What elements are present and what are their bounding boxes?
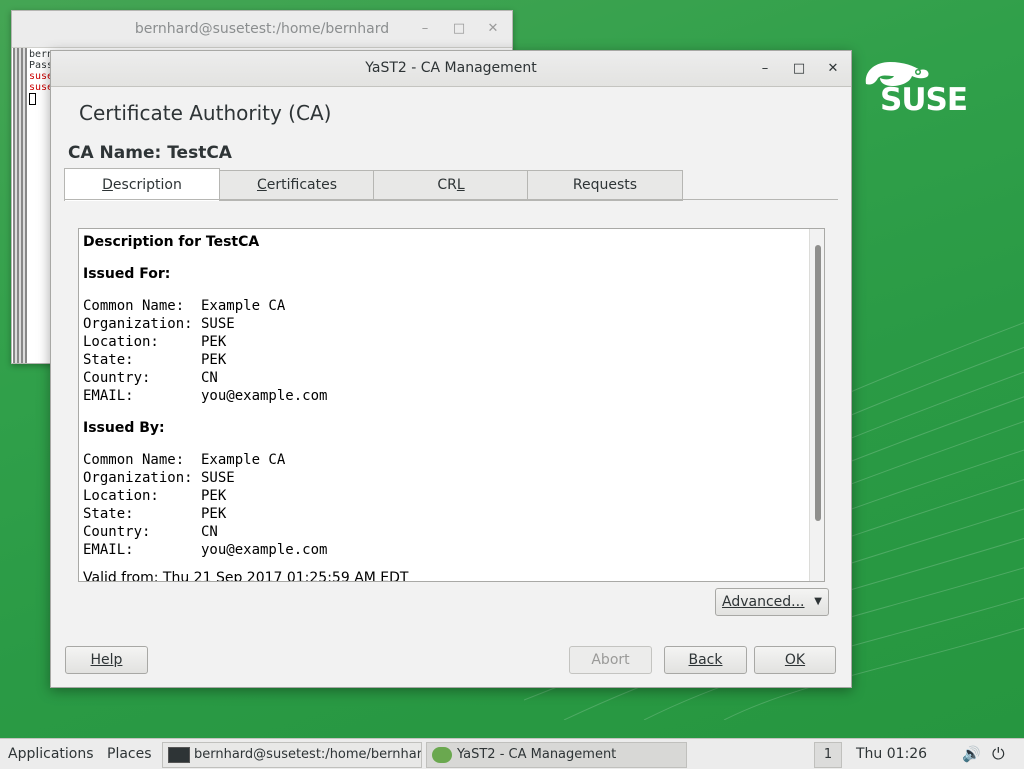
workspace-switcher[interactable]: 1 [814,742,842,768]
chevron-down-icon: ▼ [814,596,822,607]
description-scrollbar[interactable] [809,229,824,581]
tab-label-rest: escription [112,177,182,193]
tab-label-pre: CR [437,177,457,193]
tab-divider [64,199,838,200]
abort-button[interactable]: Abort [569,646,652,674]
tab-label-rest: ertificates [266,177,338,193]
places-menu[interactable]: Places [107,739,152,769]
bottom-panel: Applications Places bernhard@susetest:/h… [0,738,1024,769]
description-title: Description for TestCA [83,234,260,250]
advanced-dropdown-button[interactable]: Advanced... ▼ [715,588,829,616]
suse-logo-text: SUSE [880,82,968,118]
issued-by-line: EMAIL: you@example.com [83,542,328,558]
issued-by-line: Organization: SUSE [83,470,235,486]
tab-certificates[interactable]: Certificates [219,170,375,201]
tab-accel: D [102,177,113,193]
issued-by-line: State: PEK [83,506,227,522]
description-view[interactable]: Description for TestCA Issued For: Commo… [78,228,825,582]
maximize-icon[interactable]: □ [786,51,812,86]
valid-from-text: Valid from: Thu 21 Sep 2017 01:25:59 AM … [83,570,409,582]
minimize-icon[interactable]: – [412,11,438,47]
terminal-cursor [29,93,36,105]
power-icon[interactable]: ⏻ [992,739,1005,769]
issued-for-line: Country: CN [83,370,218,386]
yast-ca-dialog[interactable]: YaST2 - CA Management – □ ✕ Certificate … [50,50,852,688]
tab-accel: L [456,177,465,193]
advanced-label: Advanced... [722,594,805,610]
issued-by-line: Location: PEK [83,488,227,504]
issued-for-line: State: PEK [83,352,227,368]
issued-by-line: Common Name: Example CA [83,452,286,468]
help-button[interactable]: Help [65,646,148,674]
issued-for-line: Location: PEK [83,334,227,350]
tab-label: Requests [572,177,638,193]
minimize-icon[interactable]: – [752,51,778,86]
issued-for-line: Common Name: Example CA [83,298,286,314]
maximize-icon[interactable]: □ [446,11,472,47]
tab-accel: C [256,177,267,193]
close-icon[interactable]: ✕ [820,51,846,86]
clock[interactable]: Thu 01:26 [856,739,927,769]
issued-for-heading: Issued For: [83,266,171,282]
taskbar-item-yast[interactable]: YaST2 - CA Management [426,742,687,768]
applications-menu[interactable]: Applications [8,739,94,769]
tab-requests[interactable]: Requests [527,170,683,201]
dialog-title: YaST2 - CA Management [365,60,537,76]
terminal-scrollbar[interactable] [13,48,27,363]
issued-for-line: EMAIL: you@example.com [83,388,328,404]
tab-crl[interactable]: CRL [373,170,529,201]
volume-icon[interactable]: 🔊 [962,739,981,769]
scrollbar-thumb[interactable] [815,245,821,521]
issued-by-heading: Issued By: [83,420,165,436]
issued-by-line: Country: CN [83,524,218,540]
issued-for-line: Organization: SUSE [83,316,235,332]
ok-button[interactable]: OK [754,646,836,674]
back-button[interactable]: Back [664,646,747,674]
dialog-titlebar[interactable]: YaST2 - CA Management [51,51,851,87]
close-icon[interactable]: ✕ [480,11,506,47]
tab-description[interactable]: Description [64,168,220,201]
page-title: Certificate Authority (CA) [79,101,332,125]
ca-name-label: CA Name: TestCA [68,143,232,163]
taskbar-item-terminal[interactable]: bernhard@susetest:/home/bernhard [162,742,422,768]
terminal-icon [168,746,190,763]
suse-logo: SUSE [858,58,980,120]
yast-icon [432,746,452,763]
